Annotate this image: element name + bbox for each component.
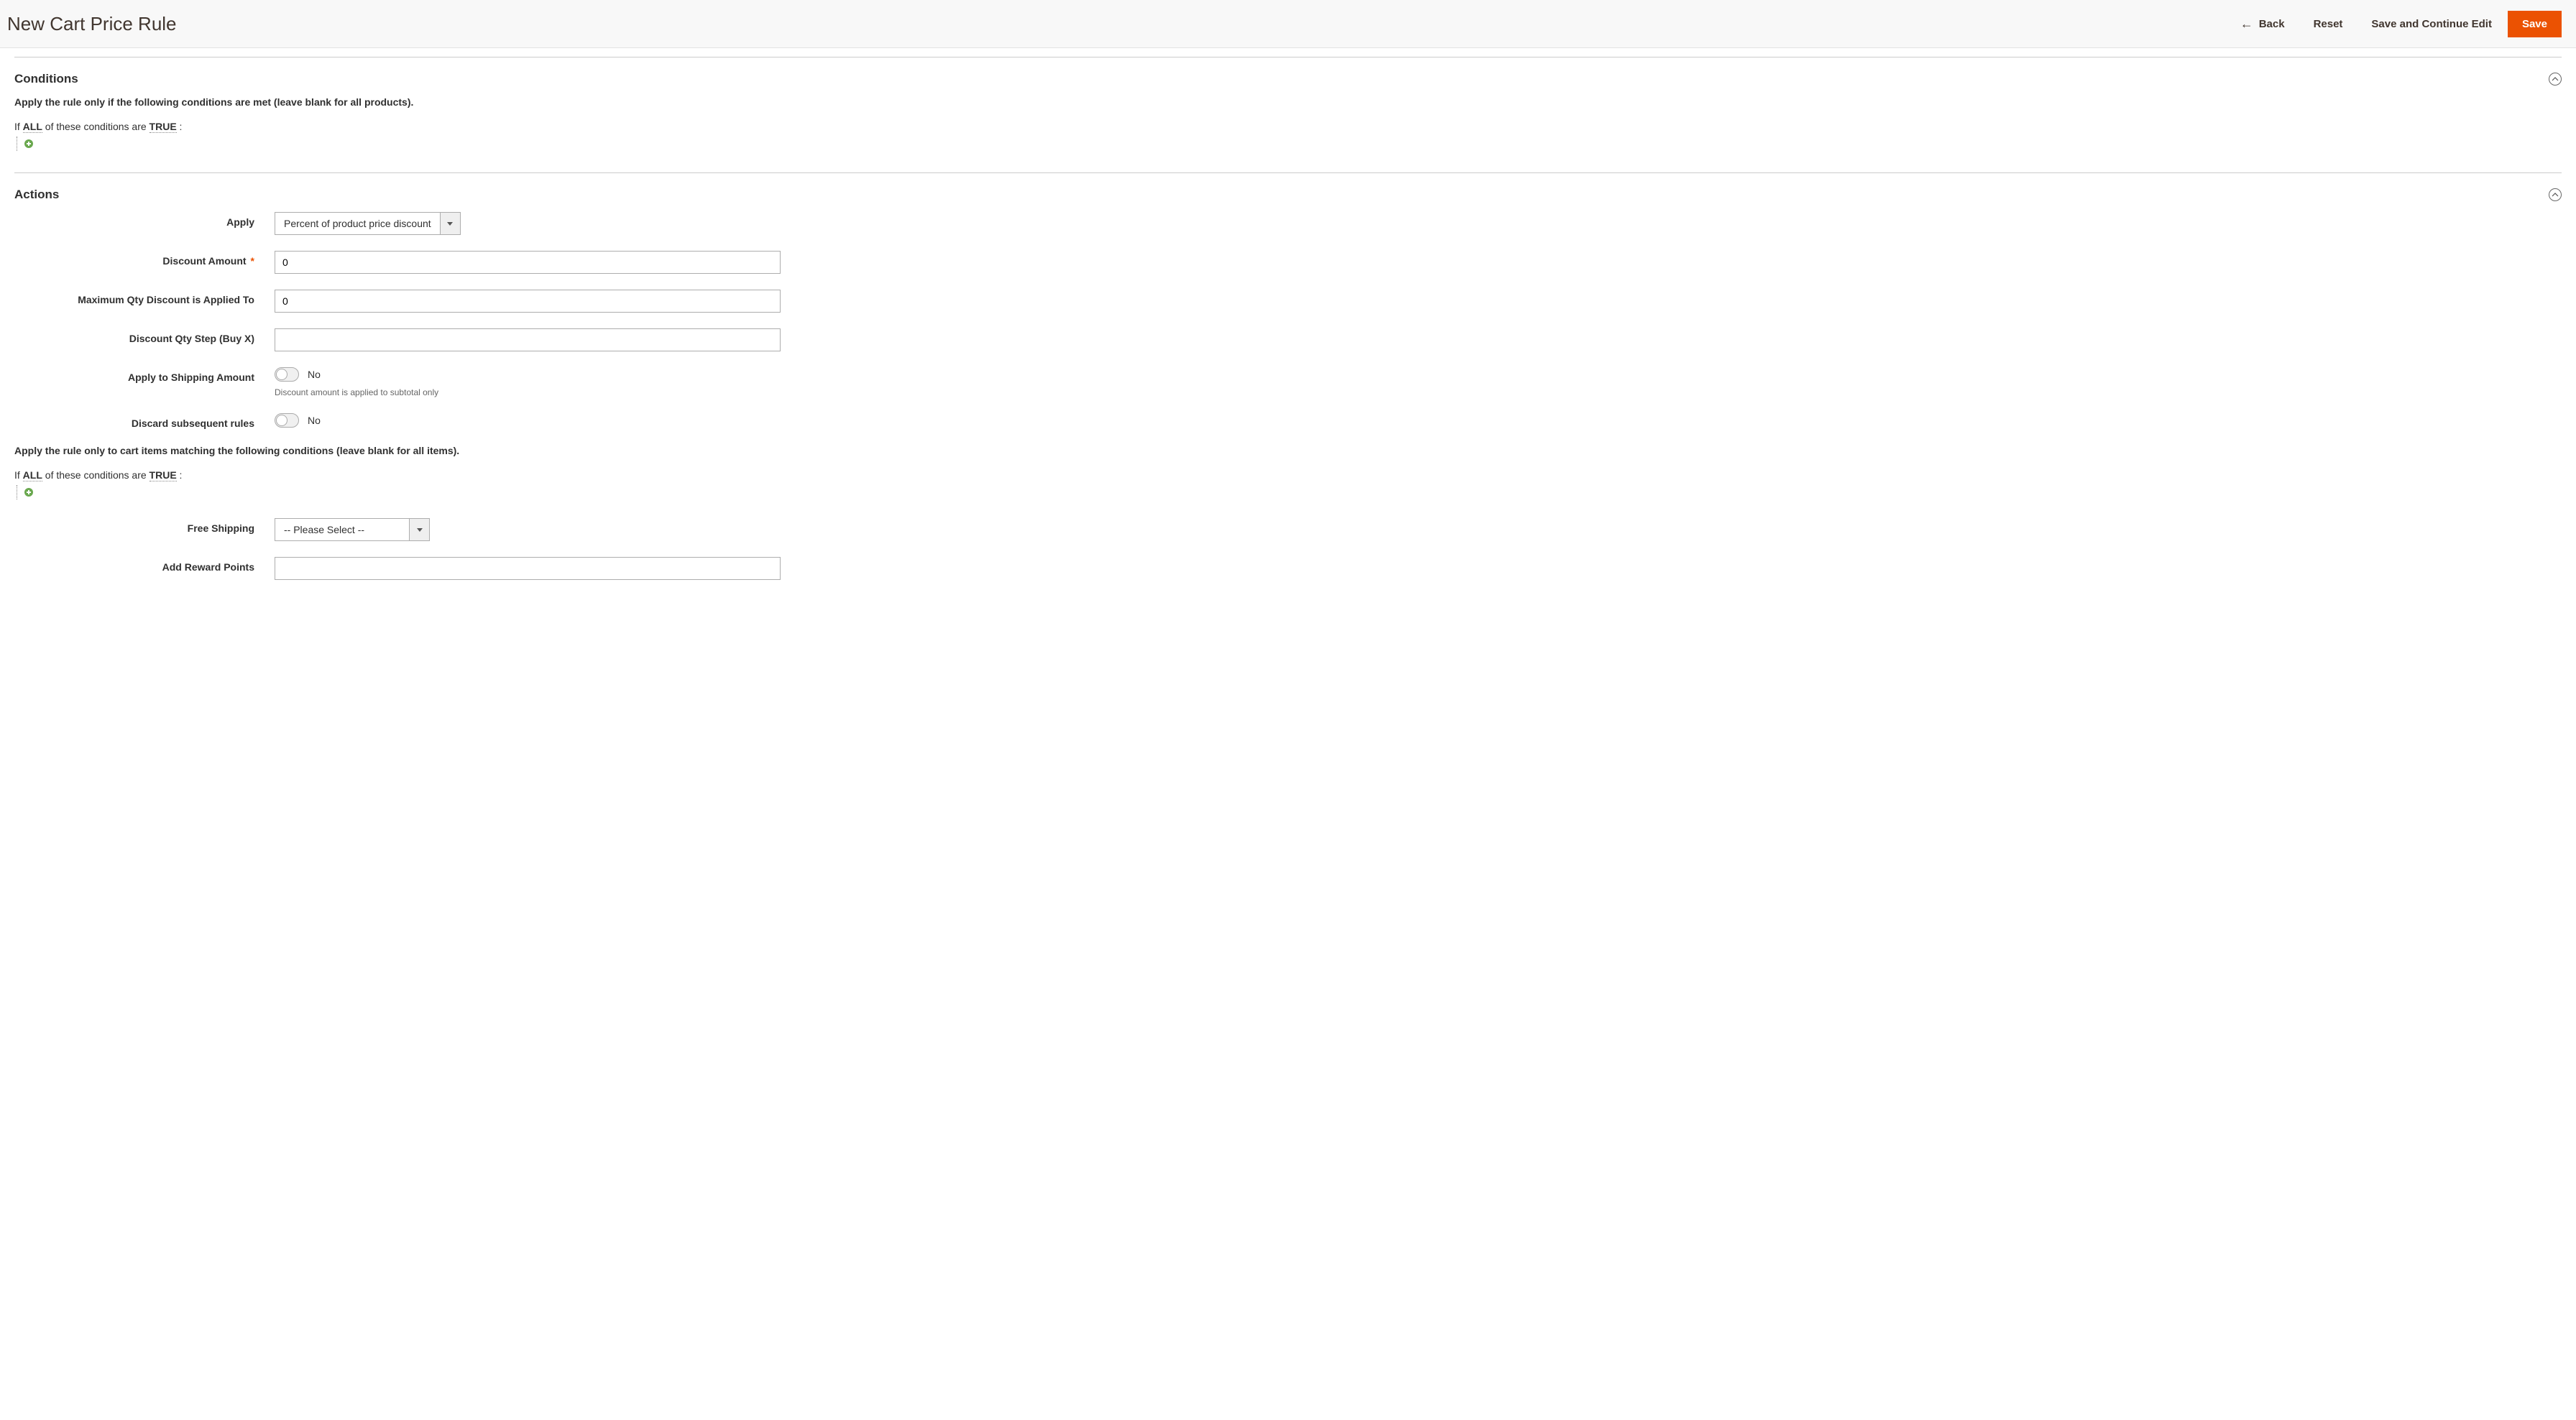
add-action-condition-icon[interactable] (24, 488, 33, 497)
conditions-help: Apply the rule only if the following con… (14, 96, 2562, 108)
apply-row: Apply Percent of product price discount (14, 212, 2562, 235)
back-button[interactable]: ← Back (2227, 10, 2298, 37)
act-value[interactable]: TRUE (150, 469, 177, 481)
act-if: If (14, 469, 23, 481)
reward-points-input[interactable] (275, 557, 781, 580)
cond-aggregator[interactable]: ALL (23, 121, 42, 133)
apply-shipping-note: Discount amount is applied to subtotal o… (275, 387, 438, 397)
arrow-left-icon: ← (2240, 17, 2253, 30)
actions-body: Apply Percent of product price discount … (14, 212, 2562, 617)
save-button[interactable]: Save (2508, 11, 2562, 37)
page-title: New Cart Price Rule (7, 13, 177, 35)
chevron-down-icon (409, 519, 429, 540)
apply-shipping-row: Apply to Shipping Amount No Discount amo… (14, 367, 2562, 397)
actions-items-help: Apply the rule only to cart items matchi… (14, 445, 2562, 456)
qty-step-row: Discount Qty Step (Buy X) (14, 328, 2562, 351)
free-shipping-select[interactable]: -- Please Select -- (275, 518, 430, 541)
free-shipping-select-value: -- Please Select -- (275, 519, 409, 540)
discount-amount-row: Discount Amount* (14, 251, 2562, 274)
conditions-body: Apply the rule only if the following con… (14, 96, 2562, 172)
conditions-tree (17, 137, 2562, 151)
discount-amount-label: Discount Amount* (14, 251, 275, 267)
apply-label: Apply (14, 212, 275, 228)
conditions-title: Conditions (14, 72, 78, 86)
apply-select-value: Percent of product price discount (275, 213, 440, 234)
cond-mid: of these conditions are (42, 121, 150, 132)
reset-button[interactable]: Reset (2301, 11, 2356, 37)
discard-toggle[interactable] (275, 413, 299, 428)
actions-title: Actions (14, 188, 59, 202)
conditions-section-header[interactable]: Conditions (14, 57, 2562, 96)
cond-if: If (14, 121, 23, 132)
apply-select[interactable]: Percent of product price discount (275, 212, 461, 235)
max-qty-input[interactable] (275, 290, 781, 313)
add-condition-icon[interactable] (24, 139, 33, 148)
max-qty-label: Maximum Qty Discount is Applied To (14, 290, 275, 305)
free-shipping-label: Free Shipping (14, 518, 275, 534)
actions-section-header[interactable]: Actions (14, 173, 2562, 212)
max-qty-row: Maximum Qty Discount is Applied To (14, 290, 2562, 313)
header-actions: ← Back Reset Save and Continue Edit Save (2227, 10, 2562, 37)
free-shipping-row: Free Shipping -- Please Select -- (14, 518, 2562, 541)
apply-shipping-value: No (308, 369, 321, 380)
discard-row: Discard subsequent rules No (14, 413, 2562, 429)
discard-label: Discard subsequent rules (14, 413, 275, 429)
apply-shipping-toggle[interactable] (275, 367, 299, 382)
cond-suffix: : (177, 121, 183, 132)
apply-shipping-label: Apply to Shipping Amount (14, 367, 275, 383)
cond-value[interactable]: TRUE (150, 121, 177, 133)
qty-step-label: Discount Qty Step (Buy X) (14, 328, 275, 344)
back-label: Back (2259, 18, 2285, 30)
conditions-rule-line: If ALL of these conditions are TRUE : (14, 121, 2562, 132)
actions-tree (17, 485, 2562, 499)
reward-points-label: Add Reward Points (14, 557, 275, 573)
act-suffix: : (177, 469, 183, 481)
save-continue-button[interactable]: Save and Continue Edit (2358, 11, 2505, 37)
chevron-down-icon (440, 213, 460, 234)
chevron-up-icon (2549, 73, 2562, 86)
reward-points-row: Add Reward Points (14, 557, 2562, 580)
page-header: New Cart Price Rule ← Back Reset Save an… (0, 0, 2576, 48)
qty-step-input[interactable] (275, 328, 781, 351)
discount-amount-input[interactable] (275, 251, 781, 274)
actions-rule-line: If ALL of these conditions are TRUE : (14, 469, 2562, 481)
chevron-up-icon (2549, 188, 2562, 201)
discard-value: No (308, 415, 321, 426)
act-mid: of these conditions are (42, 469, 150, 481)
act-aggregator[interactable]: ALL (23, 469, 42, 481)
